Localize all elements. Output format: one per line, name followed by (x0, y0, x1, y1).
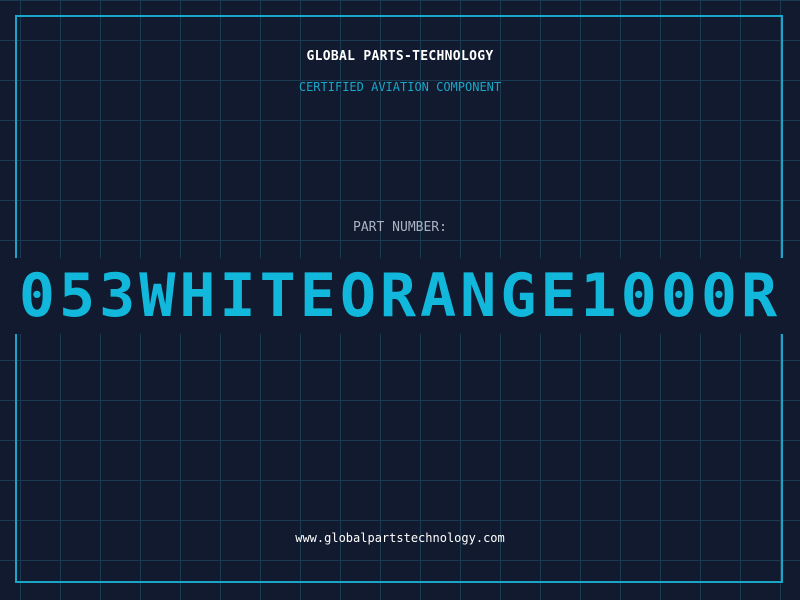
website-link[interactable]: www.globalpartstechnology.com (0, 531, 800, 545)
certification-subtitle: CERTIFIED AVIATION COMPONENT (298, 80, 502, 94)
company-name: GLOBAL PARTS-TECHNOLOGY (306, 49, 494, 64)
part-number-value: 053WHITEORANGE1000R (18, 261, 782, 331)
part-number-band: 053WHITEORANGE1000R (0, 258, 800, 334)
label-canvas: GLOBAL PARTS-TECHNOLOGY CERTIFIED AVIATI… (0, 0, 800, 600)
part-number-container: 053WHITEORANGE1000R (0, 258, 800, 334)
part-number-label: PART NUMBER: (353, 220, 447, 235)
